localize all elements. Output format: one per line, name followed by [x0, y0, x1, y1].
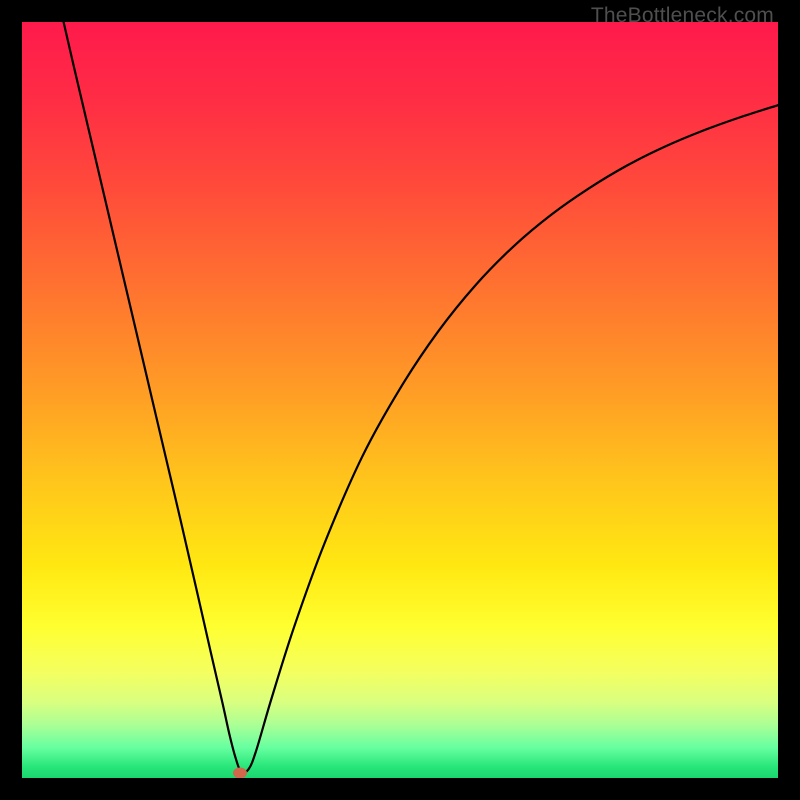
optimum-marker [233, 768, 247, 778]
chart-container: TheBottleneck.com [0, 0, 800, 800]
plot-area [22, 22, 778, 778]
bottleneck-curve [22, 22, 778, 778]
watermark-text: TheBottleneck.com [591, 4, 774, 28]
